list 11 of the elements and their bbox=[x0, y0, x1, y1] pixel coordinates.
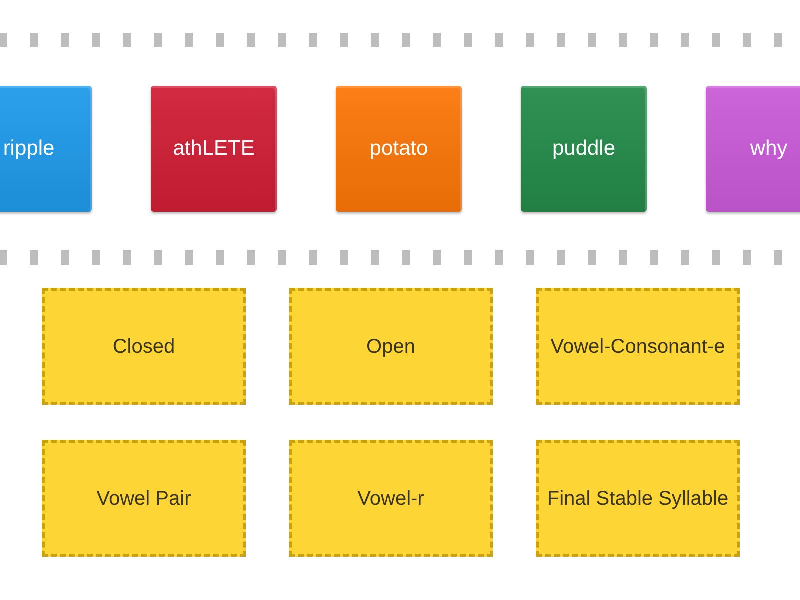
category-drop-zone: Vowel Pair bbox=[42, 440, 246, 557]
category-drop-zone: Open bbox=[289, 288, 493, 405]
category-drop-zone: Vowel-r bbox=[289, 440, 493, 557]
word-card[interactable]: ripple bbox=[0, 86, 92, 212]
category-drop-zone: Closed bbox=[42, 288, 246, 405]
word-card[interactable]: puddle bbox=[521, 86, 647, 212]
word-card[interactable]: potato bbox=[336, 86, 462, 212]
category-drop-zone: Final Stable Syllable bbox=[536, 440, 740, 557]
category-drop-zone: Vowel-Consonant-e bbox=[536, 288, 740, 405]
word-card[interactable]: why bbox=[706, 86, 800, 212]
word-card[interactable]: athLETE bbox=[151, 86, 277, 212]
